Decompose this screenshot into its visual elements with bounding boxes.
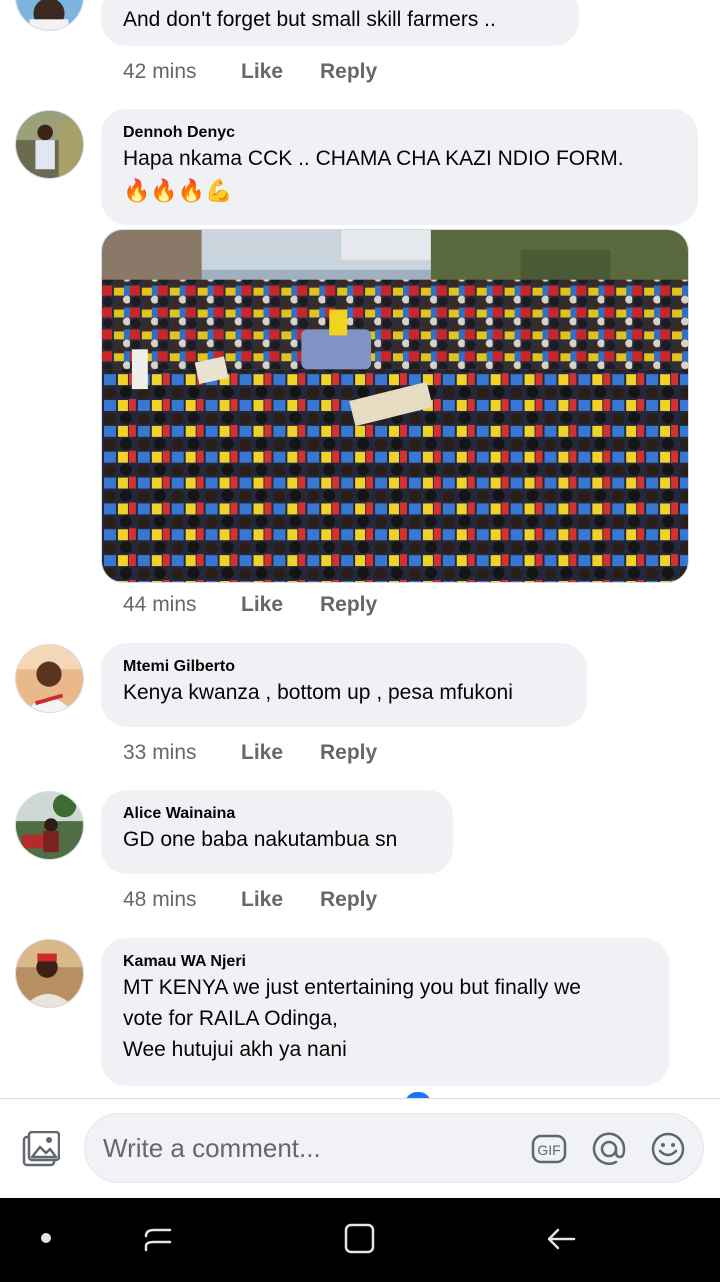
system-navigation-bar xyxy=(0,1198,720,1282)
reply-button[interactable]: Reply xyxy=(320,888,377,912)
gif-icon[interactable]: GIF xyxy=(531,1131,567,1167)
comment-composer: GIF xyxy=(0,1098,720,1198)
photo-attach-icon[interactable] xyxy=(22,1130,61,1167)
commenter-name[interactable]: Mtemi Gilberto xyxy=(123,657,565,677)
comment-text: GD one baba nakutambua sn xyxy=(123,828,398,851)
like-button[interactable]: Like xyxy=(241,593,320,617)
comment-text: Hapa nkama CCK .. CHAMA CHA KAZI NDIO FO… xyxy=(123,147,624,170)
comment-text: And don't forget but small skill farmers… xyxy=(123,8,496,31)
comment-bubble: Mtemi Gilberto Kenya kwanza , bottom up … xyxy=(101,643,587,727)
reply-button[interactable]: Reply xyxy=(320,741,377,765)
nav-dot-icon[interactable] xyxy=(28,1222,64,1258)
back-icon[interactable] xyxy=(544,1222,580,1258)
recent-apps-icon[interactable] xyxy=(140,1222,176,1258)
comment-time: 48 mins xyxy=(123,888,197,911)
comment-input-box[interactable]: GIF xyxy=(84,1113,704,1183)
commenter-avatar[interactable] xyxy=(15,110,84,179)
comment-bubble: Kamau WA Njeri MT KENYA we just entertai… xyxy=(101,938,669,1086)
comment-bubble: Alice Wainaina GD one baba nakutambua sn xyxy=(101,790,453,874)
gif-label: GIF xyxy=(537,1142,560,1158)
emoji-icon[interactable] xyxy=(650,1131,686,1167)
like-button[interactable]: Like xyxy=(241,741,320,765)
comment-photo[interactable] xyxy=(101,229,689,583)
comment-text: MT KENYA we just entertaining you but fi… xyxy=(123,976,581,1061)
commenter-name[interactable]: Kamau WA Njeri xyxy=(123,952,647,972)
comment-actions: 33 mins Like Reply xyxy=(123,741,377,765)
comment-time: 44 mins xyxy=(123,593,197,616)
comment-text: Kenya kwanza , bottom up , pesa mfukoni xyxy=(123,681,513,704)
commenter-name[interactable]: Alice Wainaina xyxy=(123,804,431,824)
reply-button[interactable]: Reply xyxy=(320,593,377,617)
commenter-avatar[interactable] xyxy=(15,644,84,713)
mention-icon[interactable] xyxy=(591,1131,627,1167)
comment-actions: 48 mins Like Reply xyxy=(123,888,377,912)
like-button[interactable]: Like xyxy=(241,888,320,912)
like-button[interactable]: Like xyxy=(241,60,320,84)
comment-time: 42 mins xyxy=(123,60,197,83)
comment-actions: 44 mins Like Reply xyxy=(123,593,377,617)
comment-emoji: 🔥🔥🔥💪 xyxy=(123,178,233,203)
comment-time: 33 mins xyxy=(123,741,197,764)
home-icon[interactable] xyxy=(342,1222,378,1258)
reply-button[interactable]: Reply xyxy=(320,60,377,84)
commenter-avatar[interactable] xyxy=(15,939,84,1008)
comment-bubble: And don't forget but small skill farmers… xyxy=(101,0,579,46)
comment-bubble: Dennoh Denyc Hapa nkama CCK .. CHAMA CHA… xyxy=(101,109,698,225)
comment-input[interactable] xyxy=(103,1128,523,1168)
comments-feed: And don't forget but small skill farmers… xyxy=(0,0,720,1098)
comment-actions: 42 mins Like Reply xyxy=(123,60,377,84)
commenter-name[interactable]: Dennoh Denyc xyxy=(123,123,676,143)
commenter-avatar[interactable] xyxy=(15,0,84,31)
commenter-avatar[interactable] xyxy=(15,791,84,860)
